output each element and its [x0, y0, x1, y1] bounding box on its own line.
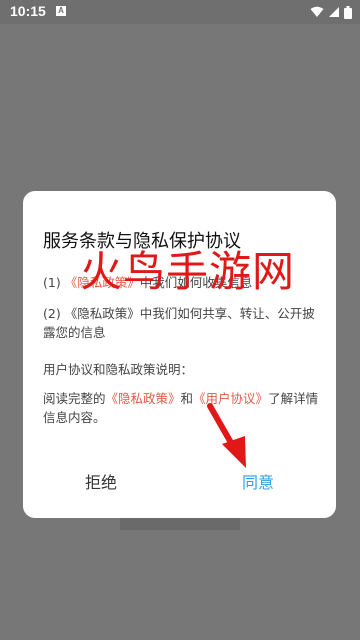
clause-1-prefix: (1) — [43, 275, 65, 290]
privacy-policy-link-1[interactable]: 《隐私政策》 — [65, 275, 140, 290]
clause-2-prefix: (2) — [43, 306, 65, 321]
privacy-policy-link-2[interactable]: 《隐私政策》 — [65, 306, 140, 321]
and-text: 和 — [180, 391, 194, 406]
agree-button[interactable]: 同意 — [242, 469, 274, 493]
status-icons — [310, 5, 352, 19]
battery-icon — [344, 5, 352, 19]
dialog-title: 服务条款与隐私保护协议 — [43, 231, 241, 252]
background-strip — [120, 518, 240, 530]
clause-item-2: (2) 《隐私政策》中我们如何共享、转让、公开披露您的信息 — [43, 304, 319, 342]
status-time: 10:15 — [10, 3, 46, 19]
clause-1-text: 中我们如何收集信息 — [139, 275, 253, 290]
reject-button[interactable]: 拒绝 — [85, 469, 117, 493]
read-full-text: 阅读完整的《隐私政策》和《用户协议》了解详情信息内容。 — [43, 389, 319, 427]
privacy-dialog: 服务条款与隐私保护协议 (1) 《隐私政策》中我们如何收集信息 (2) 《隐私政… — [23, 191, 336, 518]
explanation-heading: 用户协议和隐私政策说明： — [43, 362, 194, 377]
notification-a-icon: A — [56, 6, 66, 16]
dialog-body: (1) 《隐私政策》中我们如何收集信息 (2) 《隐私政策》中我们如何共享、转让… — [43, 273, 319, 439]
signal-icon — [329, 7, 339, 17]
privacy-policy-link[interactable]: 《隐私政策》 — [106, 391, 181, 406]
user-agreement-link[interactable]: 《用户协议》 — [193, 391, 268, 406]
clause-item-1: (1) 《隐私政策》中我们如何收集信息 — [43, 273, 319, 292]
wifi-icon — [310, 6, 324, 17]
status-bar: 10:15 A — [0, 0, 360, 24]
read-prefix: 阅读完整的 — [43, 391, 106, 406]
